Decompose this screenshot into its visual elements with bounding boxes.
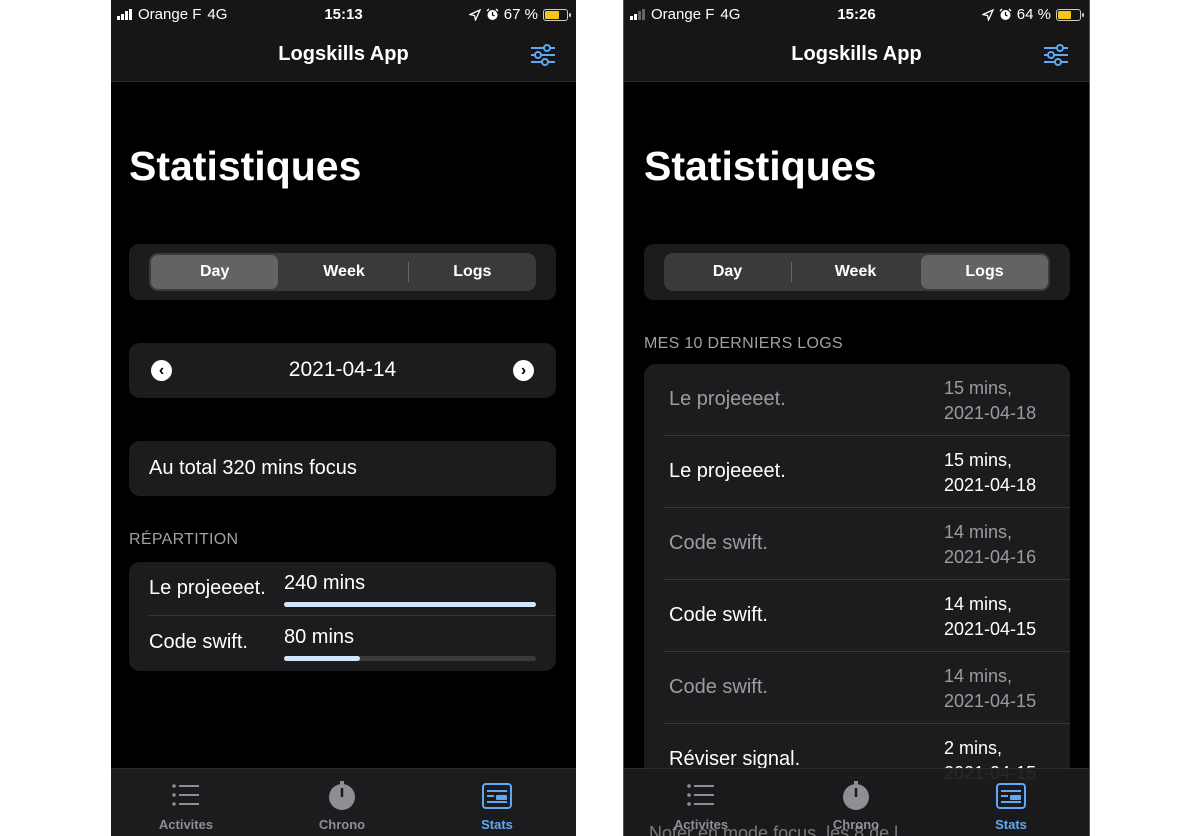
log-duration: 2 mins, (944, 738, 1003, 758)
log-date: 2021-04-18 (944, 475, 1037, 495)
tab-activites[interactable]: Activites (126, 769, 246, 836)
activity-mins: 80 mins (284, 626, 355, 648)
stats-logs-screen: Orange F 4G 15:26 64 % Logskills App Sta… (623, 0, 1090, 836)
progress-bar (284, 656, 536, 661)
app-title: Logskills App (278, 43, 409, 65)
section-label-logs: MES 10 DERNIERS LOGS (644, 335, 843, 352)
segment-week[interactable]: Week (792, 253, 919, 291)
nav-bar: Logskills App (624, 30, 1089, 82)
status-bar: Orange F 4G 15:26 64 % (624, 0, 1089, 30)
list-icon (172, 784, 199, 806)
chevron-right-icon[interactable]: › (513, 360, 534, 381)
log-activity-name: Le projeeeet. (669, 388, 786, 410)
logs-list: Le projeeeet. 15 mins, 2021-04-18 Le proj… (644, 364, 1070, 784)
tab-label: Stats (995, 817, 1027, 832)
log-activity-name: Le projeeeet. (669, 460, 786, 482)
activity-name: Le projeeeet. (149, 577, 266, 599)
tab-chrono[interactable]: Chrono (282, 769, 402, 836)
segment-week[interactable]: Week (280, 253, 407, 291)
alarm-icon (999, 8, 1012, 20)
list-icon (687, 784, 714, 806)
log-duration: 15 mins, (944, 450, 1013, 470)
battery-icon (1056, 8, 1084, 21)
log-date: 2021-04-15 (944, 619, 1037, 639)
log-duration: 14 mins, (944, 666, 1013, 686)
total-focus-text: Au total 320 mins focus (149, 457, 357, 479)
log-row[interactable]: Code swift. 14 mins, 2021-04-15 (644, 580, 1070, 652)
sliders-icon[interactable] (530, 43, 556, 67)
tab-stats[interactable]: Stats (951, 769, 1071, 836)
log-duration: 14 mins, (944, 522, 1013, 542)
log-activity-name: Code swift. (669, 532, 768, 554)
location-icon (981, 8, 994, 21)
stats-card-icon (482, 783, 512, 809)
segment-day[interactable]: Day (664, 253, 791, 291)
segment-logs[interactable]: Logs (409, 253, 536, 291)
location-icon (468, 8, 481, 21)
nav-bar: Logskills App (111, 30, 576, 82)
tab-stats[interactable]: Stats (437, 769, 557, 836)
log-row[interactable]: Code swift. 14 mins, 2021-04-15 (644, 652, 1070, 724)
battery-percent: 64 % (1016, 6, 1051, 23)
log-activity-name: Code swift. (669, 676, 768, 698)
repartition-row: Code swift. 80 mins (129, 616, 556, 670)
log-date: 2021-04-16 (944, 547, 1037, 567)
app-title: Logskills App (791, 43, 922, 65)
segment-logs[interactable]: Logs (921, 255, 1048, 289)
activity-mins: 240 mins (284, 572, 366, 594)
status-bar: Orange F 4G 15:13 67 % (111, 0, 576, 30)
battery-percent: 67 % (503, 6, 538, 23)
date-navigator: ‹ 2021-04-14 › (129, 343, 556, 398)
log-activity-name: Code swift. (669, 604, 768, 626)
tab-label: Chrono (318, 817, 366, 832)
page-title: Statistiques (129, 143, 362, 189)
background-text: Noter en mode focus, les 8 de l (649, 823, 899, 836)
segment-card: Day Week Logs (129, 244, 556, 300)
log-date: 2021-04-18 (944, 403, 1037, 423)
section-label-repartition: RÉPARTITION (129, 531, 239, 548)
tab-bar: Activites Chrono Stats (111, 768, 576, 836)
alarm-icon (486, 8, 499, 20)
activity-name: Code swift. (149, 631, 248, 653)
sliders-icon[interactable] (1043, 43, 1069, 67)
log-date: 2021-04-15 (944, 691, 1037, 711)
log-duration: 15 mins, (944, 378, 1013, 398)
stopwatch-icon (843, 781, 869, 810)
log-row[interactable]: Le projeeeet. 15 mins, 2021-04-18 (644, 436, 1070, 508)
tab-label: Activites (158, 817, 214, 832)
log-duration: 14 mins, (944, 594, 1013, 614)
segment-day[interactable]: Day (151, 255, 279, 289)
current-date: 2021-04-14 (288, 358, 397, 381)
progress-bar (284, 602, 536, 607)
segment-card: Day Week Logs (644, 244, 1070, 300)
period-segmented-control: Day Week Logs (149, 253, 536, 291)
tab-label: Stats (481, 817, 513, 832)
repartition-list: Le projeeeet. 240 mins Code swift. 80 mi… (129, 562, 556, 671)
stats-card-icon (996, 783, 1026, 809)
period-segmented-control: Day Week Logs (664, 253, 1050, 291)
total-card: Au total 320 mins focus (129, 441, 556, 496)
battery-icon (543, 8, 571, 21)
stats-day-screen: Orange F 4G 15:13 67 % Logskills App Sta… (111, 0, 576, 836)
log-row[interactable]: Le projeeeet. 15 mins, 2021-04-18 (644, 364, 1070, 436)
log-row[interactable]: Code swift. 14 mins, 2021-04-16 (644, 508, 1070, 580)
repartition-row: Le projeeeet. 240 mins (129, 562, 556, 616)
page-title: Statistiques (644, 143, 877, 189)
stopwatch-icon (329, 781, 355, 810)
